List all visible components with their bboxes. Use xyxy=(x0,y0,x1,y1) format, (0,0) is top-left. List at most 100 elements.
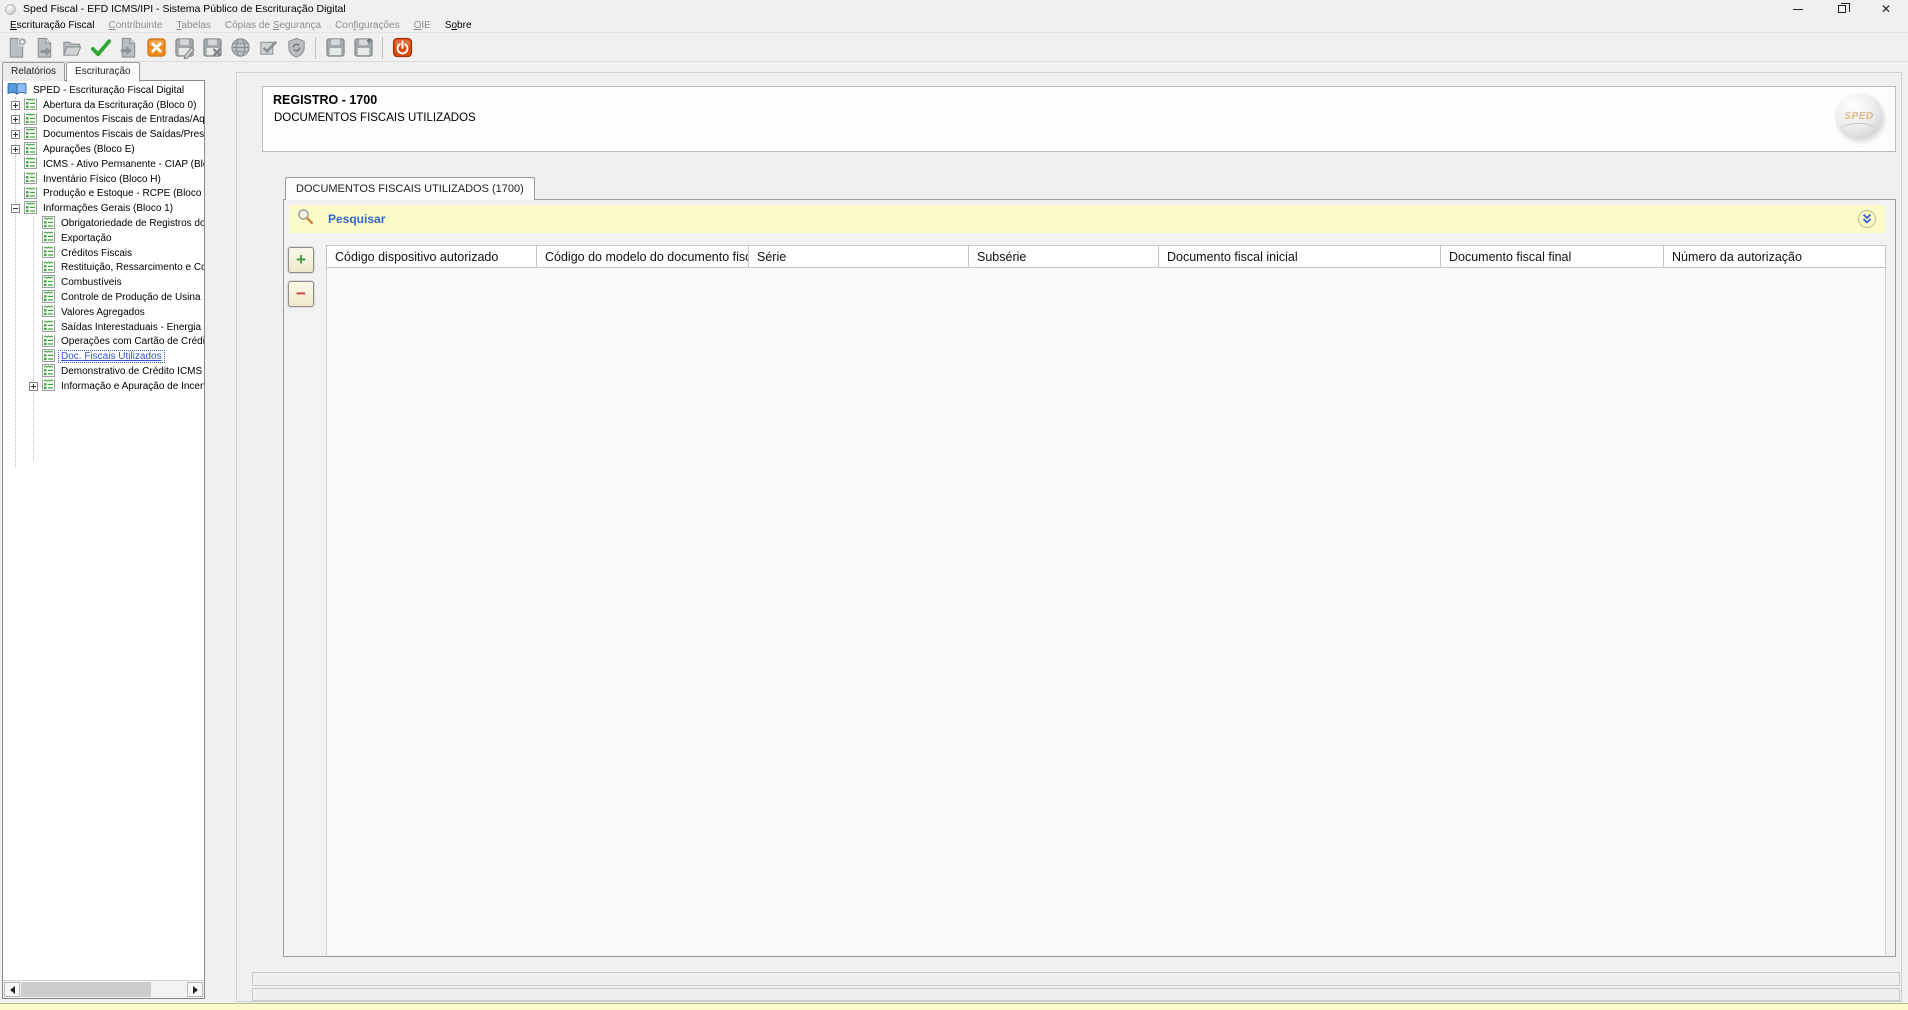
tree-item-restituicao-ressarcimento-e-compl[interactable]: Restituição, Ressarcimento e Compl xyxy=(3,261,204,276)
scroll-left-button[interactable] xyxy=(4,982,20,997)
scroll-right-button[interactable] xyxy=(187,982,203,997)
tree-item-label: Informações Gerais (Bloco 1) xyxy=(41,203,175,214)
tree-item-controle-de-producao-de-usina[interactable]: Controle de Produção de Usina xyxy=(3,290,204,305)
tree-item-obrigatoriedade-de-registros-do-blo[interactable]: Obrigatoriedade de Registros do Blo xyxy=(3,216,204,231)
tree-item-label: Informação e Apuração de Incentivo xyxy=(59,381,204,392)
restore-button[interactable] xyxy=(1820,0,1864,18)
tree-item-sped-escrituracao-fiscal-digital[interactable]: SPED - Escrituração Fiscal Digital xyxy=(3,83,204,98)
tree-item-label: Obrigatoriedade de Registros do Blo xyxy=(59,218,204,229)
expand-icon[interactable] xyxy=(11,145,20,154)
book-icon xyxy=(7,83,27,95)
cancel-x-button[interactable] xyxy=(142,35,170,61)
menu-item-oie[interactable]: OIE xyxy=(407,20,438,31)
menu-item-configuracoes[interactable]: Configurações xyxy=(328,20,407,31)
tab-documentos-fiscais-utilizados[interactable]: DOCUMENTOS FISCAIS UTILIZADOS (1700) xyxy=(285,177,535,200)
tree-item-doc-fiscais-utilizados[interactable]: Doc. Fiscais Utilizados xyxy=(3,349,204,364)
expand-icon[interactable] xyxy=(29,382,38,391)
tree-item-icms-ativo-permanente-ciap-bloco[interactable]: ICMS - Ativo Permanente - CIAP (Bloco xyxy=(3,157,204,172)
toolbar xyxy=(0,34,1908,62)
tree-item-abertura-da-escrituracao-bloco-0[interactable]: Abertura da Escrituração (Bloco 0) xyxy=(3,98,204,113)
form-icon xyxy=(24,172,37,187)
toolbar-separator xyxy=(315,37,316,59)
menu-item-copias-de-seguranca[interactable]: Cópias de Segurança xyxy=(218,20,328,31)
tree-item-documentos-fiscais-de-saidas-prestac[interactable]: Documentos Fiscais de Saídas/Prestaç xyxy=(3,127,204,142)
form-icon xyxy=(24,201,37,216)
column-header-serie[interactable]: Série xyxy=(749,246,969,267)
tree-item-operacoes-com-cartao-de-credito-d[interactable]: Operações com Cartão de Crédito/D xyxy=(3,335,204,350)
form-icon xyxy=(24,187,37,202)
search-bar[interactable]: Pesquisar xyxy=(289,205,1885,233)
minimize-icon xyxy=(1793,9,1803,10)
disk-edit-icon xyxy=(173,36,196,59)
collapse-search-button[interactable] xyxy=(1858,210,1876,228)
tree-item-documentos-fiscais-de-entradas-aquisi[interactable]: Documentos Fiscais de Entradas/Aquisi xyxy=(3,113,204,128)
scrollbar-thumb[interactable] xyxy=(21,982,151,997)
tree-item-apuracoes-bloco-e[interactable]: Apurações (Bloco E) xyxy=(3,142,204,157)
expand-icon[interactable] xyxy=(11,101,20,110)
form-icon xyxy=(42,261,55,273)
tree-item-label: Doc. Fiscais Utilizados xyxy=(59,351,164,362)
tree-item-saidas-interestaduais-energia-elet[interactable]: Saídas Interestaduais - Energia Elét xyxy=(3,320,204,335)
tree-item-inventario-fisico-bloco-h[interactable]: Inventário Físico (Bloco H) xyxy=(3,172,204,187)
tree-item-label: Operações com Cartão de Crédito/D xyxy=(59,336,204,347)
shield-sync-button xyxy=(282,35,310,61)
double-chevron-down-icon xyxy=(1861,213,1873,225)
tree-item-label: SPED - Escrituração Fiscal Digital xyxy=(31,85,186,96)
form-icon xyxy=(24,113,37,125)
file-open-icon xyxy=(33,36,56,59)
close-icon: ✕ xyxy=(1881,3,1891,15)
shield-sync-icon xyxy=(285,36,308,59)
register-header: REGISTRO - 1700 DOCUMENTOS FISCAIS UTILI… xyxy=(262,86,1896,152)
tree-item-producao-e-estoque-rcpe-bloco-k[interactable]: Produção e Estoque - RCPE (Bloco K) xyxy=(3,187,204,202)
form-icon xyxy=(42,349,55,364)
menu-item-sobre[interactable]: Sobre xyxy=(438,20,479,31)
minimize-button[interactable] xyxy=(1776,0,1820,18)
form-icon xyxy=(42,305,55,320)
column-header-codigo-dispositivo-autorizado[interactable]: Código dispositivo autorizado xyxy=(327,246,537,267)
menu-item-contribuinte[interactable]: Contribuinte xyxy=(101,20,169,31)
close-button[interactable]: ✕ xyxy=(1864,0,1908,18)
remove-row-button[interactable]: − xyxy=(288,281,314,307)
folder-open-button xyxy=(58,35,86,61)
form-icon xyxy=(42,320,55,332)
tree-item-label: Apurações (Bloco E) xyxy=(41,144,137,155)
tree-item-exportacao[interactable]: Exportação xyxy=(3,231,204,246)
collapse-icon[interactable] xyxy=(11,204,20,213)
form-icon xyxy=(24,142,37,154)
power-button[interactable] xyxy=(388,35,416,61)
search-label: Pesquisar xyxy=(328,212,385,226)
tree-item-label: Créditos Fiscais xyxy=(59,248,134,259)
form-icon xyxy=(42,349,55,361)
tree-item-creditos-fiscais[interactable]: Créditos Fiscais xyxy=(3,246,204,261)
grid-body-empty[interactable] xyxy=(326,268,1886,955)
file-import-button xyxy=(114,35,142,61)
column-header-documento-fiscal-final[interactable]: Documento fiscal final xyxy=(1441,246,1664,267)
tree-item-demonstrativo-de-credito-icms[interactable]: Demonstrativo de Crédito ICMS xyxy=(3,364,204,379)
expand-icon[interactable] xyxy=(11,130,20,139)
menu-item-tabelas[interactable]: Tabelas xyxy=(169,20,217,31)
title-bar: Sped Fiscal - EFD ICMS/IPI - Sistema Púb… xyxy=(0,0,1908,18)
column-header-numero-da-autorizacao[interactable]: Número da autorização xyxy=(1664,246,1886,267)
grid-header-row: Código dispositivo autorizadoCódigo do m… xyxy=(326,245,1886,268)
expand-icon[interactable] xyxy=(11,115,20,124)
tree-item-combustiveis[interactable]: Combustíveis xyxy=(3,275,204,290)
tree-item-valores-agregados[interactable]: Valores Agregados xyxy=(3,305,204,320)
confirm-check-button[interactable] xyxy=(86,35,114,61)
tree-item-informacoes-gerais-bloco-1[interactable]: Informações Gerais (Bloco 1) xyxy=(3,201,204,216)
column-header-subserie[interactable]: Subsérie xyxy=(969,246,1159,267)
column-header-documento-fiscal-inicial[interactable]: Documento fiscal inicial xyxy=(1159,246,1441,267)
app-icon xyxy=(5,4,16,15)
form-icon xyxy=(42,305,55,317)
form-icon xyxy=(24,172,37,184)
sped-logo-text: SPED xyxy=(1844,111,1873,122)
tab-escrituracao[interactable]: Escrituração xyxy=(66,62,140,82)
register-content-panel: Pesquisar + − Código dispositivo autoriz… xyxy=(283,199,1896,957)
column-header-codigo-do-modelo-do-documento-fiscal[interactable]: Código do modelo do documento fiscal xyxy=(537,246,749,267)
add-row-button[interactable]: + xyxy=(288,247,314,273)
disk-delete-button xyxy=(198,35,226,61)
tree-horizontal-scrollbar[interactable] xyxy=(3,980,204,998)
tree-item-label: ICMS - Ativo Permanente - CIAP (Bloco xyxy=(41,159,204,170)
tab-relatorios[interactable]: Relatórios xyxy=(2,62,65,81)
tree-item-informacao-e-apuracao-de-incentivo[interactable]: Informação e Apuração de Incentivo xyxy=(3,379,204,394)
menu-item-escrituracao-fiscal[interactable]: Escrituração Fiscal xyxy=(3,20,101,31)
